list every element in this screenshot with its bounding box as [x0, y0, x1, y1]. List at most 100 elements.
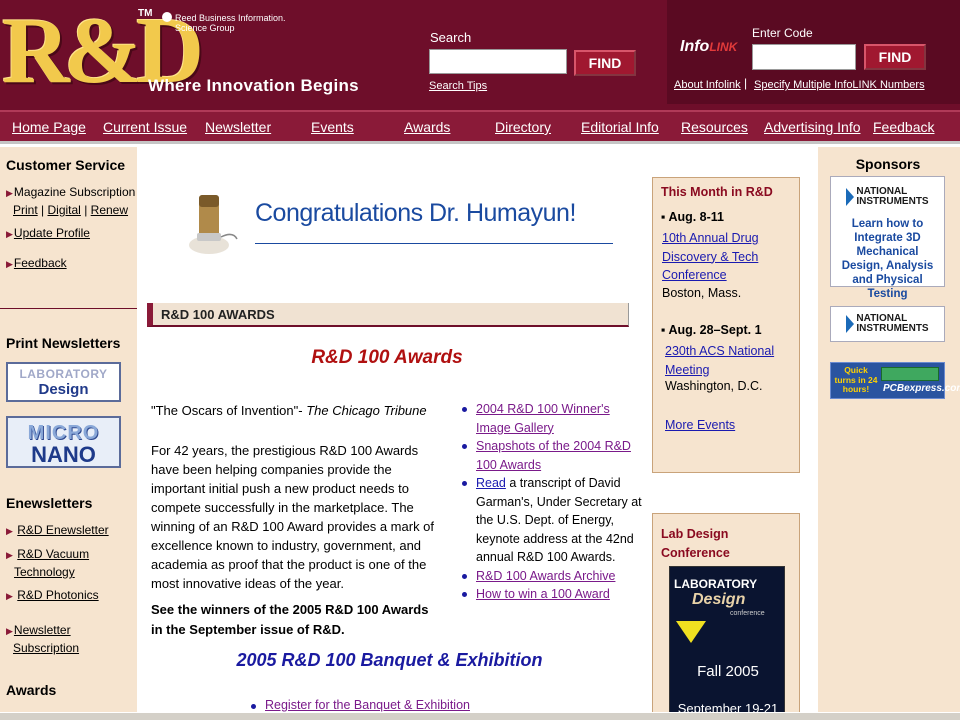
nav-editorial-info[interactable]: Editorial Info [581, 119, 659, 135]
nav-directory[interactable]: Directory [495, 119, 551, 135]
print-subscription-link[interactable]: Print [13, 203, 38, 217]
national-instruments-ad[interactable]: NATIONAL INSTRUMENTS Learn how to Integra… [830, 176, 945, 300]
how-to-win-link[interactable]: How to win a 100 Award [476, 587, 610, 601]
newsletter-subscription-link[interactable]: Newsletter [14, 623, 71, 637]
nav-advertising-info[interactable]: Advertising Info [764, 119, 861, 135]
arrow-right-icon: ▶ [6, 259, 13, 269]
lab-design-conference-ad[interactable]: LABORATORY Design conference Fall 2005 S… [669, 566, 785, 720]
list-item: Read a transcript of David Garman's, Und… [457, 474, 647, 567]
arrow-right-icon: ▶ [6, 526, 13, 536]
specify-multiple-infolink-link[interactable]: Specify Multiple InfoLINK Numbers [754, 79, 925, 91]
this-month-title: This Month in R&D [661, 185, 773, 199]
renew-subscription-link[interactable]: Renew [91, 203, 128, 217]
search-tips-link[interactable]: Search Tips [429, 80, 487, 92]
banquet-heading: 2005 R&D 100 Banquet & Exhibition [236, 650, 543, 670]
event2-place: Washington, D.C. [665, 379, 763, 393]
rd-enewsletter-link[interactable]: R&D Enewsletter [17, 523, 108, 537]
rd-logo[interactable]: R&D [0, 0, 204, 104]
rd-vacuum-link[interactable]: R&D Vacuum [17, 547, 89, 561]
section-header: R&D 100 AWARDS [147, 303, 629, 327]
awards-heading: Awards [6, 682, 57, 698]
site-tagline: Where Innovation Begins [148, 76, 359, 95]
ni-logo-icon [846, 188, 855, 206]
sidebar-feedback-link[interactable]: Feedback [14, 256, 67, 270]
ni-wordmark: NATIONAL INSTRUMENTS [856, 314, 928, 334]
publisher-logo: Reed Business Information. Science Group [162, 12, 286, 33]
snapshots-link[interactable]: Snapshots of the 2004 R&D 100 Awards [476, 439, 631, 472]
rd-vacuum-item: ▶ R&D Vacuum [6, 545, 89, 564]
arrow-right-icon: ▶ [6, 591, 13, 601]
magazine-subscription-label: Magazine Subscription [13, 185, 136, 199]
event2-date: ▪ Aug. 28–Sept. 1 [661, 323, 762, 337]
arrow-right-icon: ▶ [6, 188, 13, 198]
newsletter-subscription-item: ▶Newsletter [6, 621, 71, 640]
infolink-find-button[interactable]: FIND [864, 44, 926, 70]
micro-nano-logo[interactable]: MICRO NANO [6, 416, 121, 468]
search-find-button[interactable]: FIND [574, 50, 636, 76]
ad-laboratory-text: LABORATORY [674, 577, 758, 591]
ni-line2: INSTRUMENTS [856, 323, 929, 334]
awards-archive-link[interactable]: R&D 100 Awards Archive [476, 569, 615, 583]
feedback-item: ▶Feedback [6, 254, 67, 273]
pipe-separator: | [41, 203, 45, 217]
update-profile-item: ▶Update Profile [6, 224, 90, 243]
nav-home-page[interactable]: Home Page [12, 119, 86, 135]
enter-code-label: Enter Code [752, 26, 813, 40]
pipe-separator: | [84, 203, 88, 217]
list-item: How to win a 100 Award [457, 585, 647, 604]
ni-line2: INSTRUMENTS [856, 196, 929, 207]
subscription-options: Print | Digital | Renew [13, 201, 128, 219]
national-instruments-banner[interactable]: NATIONAL INSTRUMENTS [830, 306, 945, 342]
quote-line: "The Oscars of Invention"- The Chicago T… [151, 403, 427, 418]
pcbexpress-ad[interactable]: Quick turns in 24 hours! PCBexpress.com [830, 362, 960, 399]
congrats-title: Congratulations Dr. Humayun! [255, 199, 576, 227]
read-transcript-link[interactable]: Read [476, 476, 506, 490]
rd-photonics-item: ▶ R&D Photonics [6, 586, 99, 605]
infolink-code-input[interactable] [752, 44, 856, 70]
rd-vacuum-link-line2[interactable]: Technology [14, 565, 75, 579]
quote-source: The Chicago Tribune [306, 403, 427, 418]
nav-newsletter[interactable]: Newsletter [205, 119, 271, 135]
about-infolink-link[interactable]: About Infolink [674, 79, 741, 91]
rd-photonics-link[interactable]: R&D Photonics [17, 588, 98, 602]
award-links-list: 2004 R&D 100 Winner's Image Gallery Snap… [457, 400, 647, 604]
sidebar-divider [0, 308, 137, 309]
list-item: R&D 100 Awards Archive [457, 567, 647, 586]
nav-events[interactable]: Events [311, 119, 354, 135]
image-gallery-link[interactable]: 2004 R&D 100 Winner's Image Gallery [476, 402, 610, 435]
events-column: This Month in R&D ▪ Aug. 8-11 10th Annua… [650, 147, 818, 720]
customer-service-heading: Customer Service [6, 157, 126, 173]
sponsors-sidebar: Sponsors NATIONAL INSTRUMENTS Learn how t… [818, 147, 960, 720]
nav-awards[interactable]: Awards [404, 119, 450, 135]
digital-subscription-link[interactable]: Digital [48, 203, 81, 217]
nav-feedback[interactable]: Feedback [873, 119, 934, 135]
search-input[interactable] [429, 49, 567, 74]
update-profile-link[interactable]: Update Profile [14, 226, 90, 240]
see-winners-text: See the winners of the 2005 R&D 100 Awar… [151, 602, 429, 637]
event1-link[interactable]: 10th Annual Drug Discovery & Tech Confer… [662, 229, 797, 285]
section-header-label: R&D 100 AWARDS [161, 307, 275, 322]
publisher-line1: Reed Business Information. [175, 13, 286, 23]
trademark-mark: TM [138, 8, 153, 19]
rd-vacuum-item-line2: Technology [14, 563, 75, 581]
nav-resources[interactable]: Resources [681, 119, 748, 135]
list-item: Snapshots of the 2004 R&D 100 Awards [457, 437, 647, 474]
nav-current-issue[interactable]: Current Issue [103, 119, 187, 135]
window-bottom-edge [0, 712, 960, 720]
this-month-box: This Month in R&D ▪ Aug. 8-11 10th Annua… [652, 177, 800, 473]
ni-wordmark: NATIONAL INSTRUMENTS [856, 187, 928, 207]
champagne-cork-icon [189, 195, 238, 254]
site-header: R&D TM Reed Business Information. Scienc… [0, 0, 960, 110]
awards-description: For 42 years, the prestigious R&D 100 Aw… [151, 443, 435, 591]
micro-nano-logo-bottom: NANO [31, 442, 96, 467]
triangle-icon [676, 621, 706, 643]
register-banquet-link[interactable]: Register for the Banquet & Exhibition [251, 698, 470, 712]
sponsors-heading: Sponsors [855, 156, 921, 172]
lab-conference-title: Lab Design Conference [661, 527, 730, 560]
laboratory-design-logo-top: LABORATORY [19, 367, 108, 381]
newsletter-subscription-link-line2[interactable]: Subscription [13, 641, 79, 655]
more-events-link[interactable]: More Events [665, 416, 800, 435]
laboratory-design-logo[interactable]: LABORATORY Design [6, 362, 121, 402]
event2-link[interactable]: 230th ACS National Meeting [665, 342, 800, 379]
infolink-logo-info: Info [680, 38, 710, 55]
